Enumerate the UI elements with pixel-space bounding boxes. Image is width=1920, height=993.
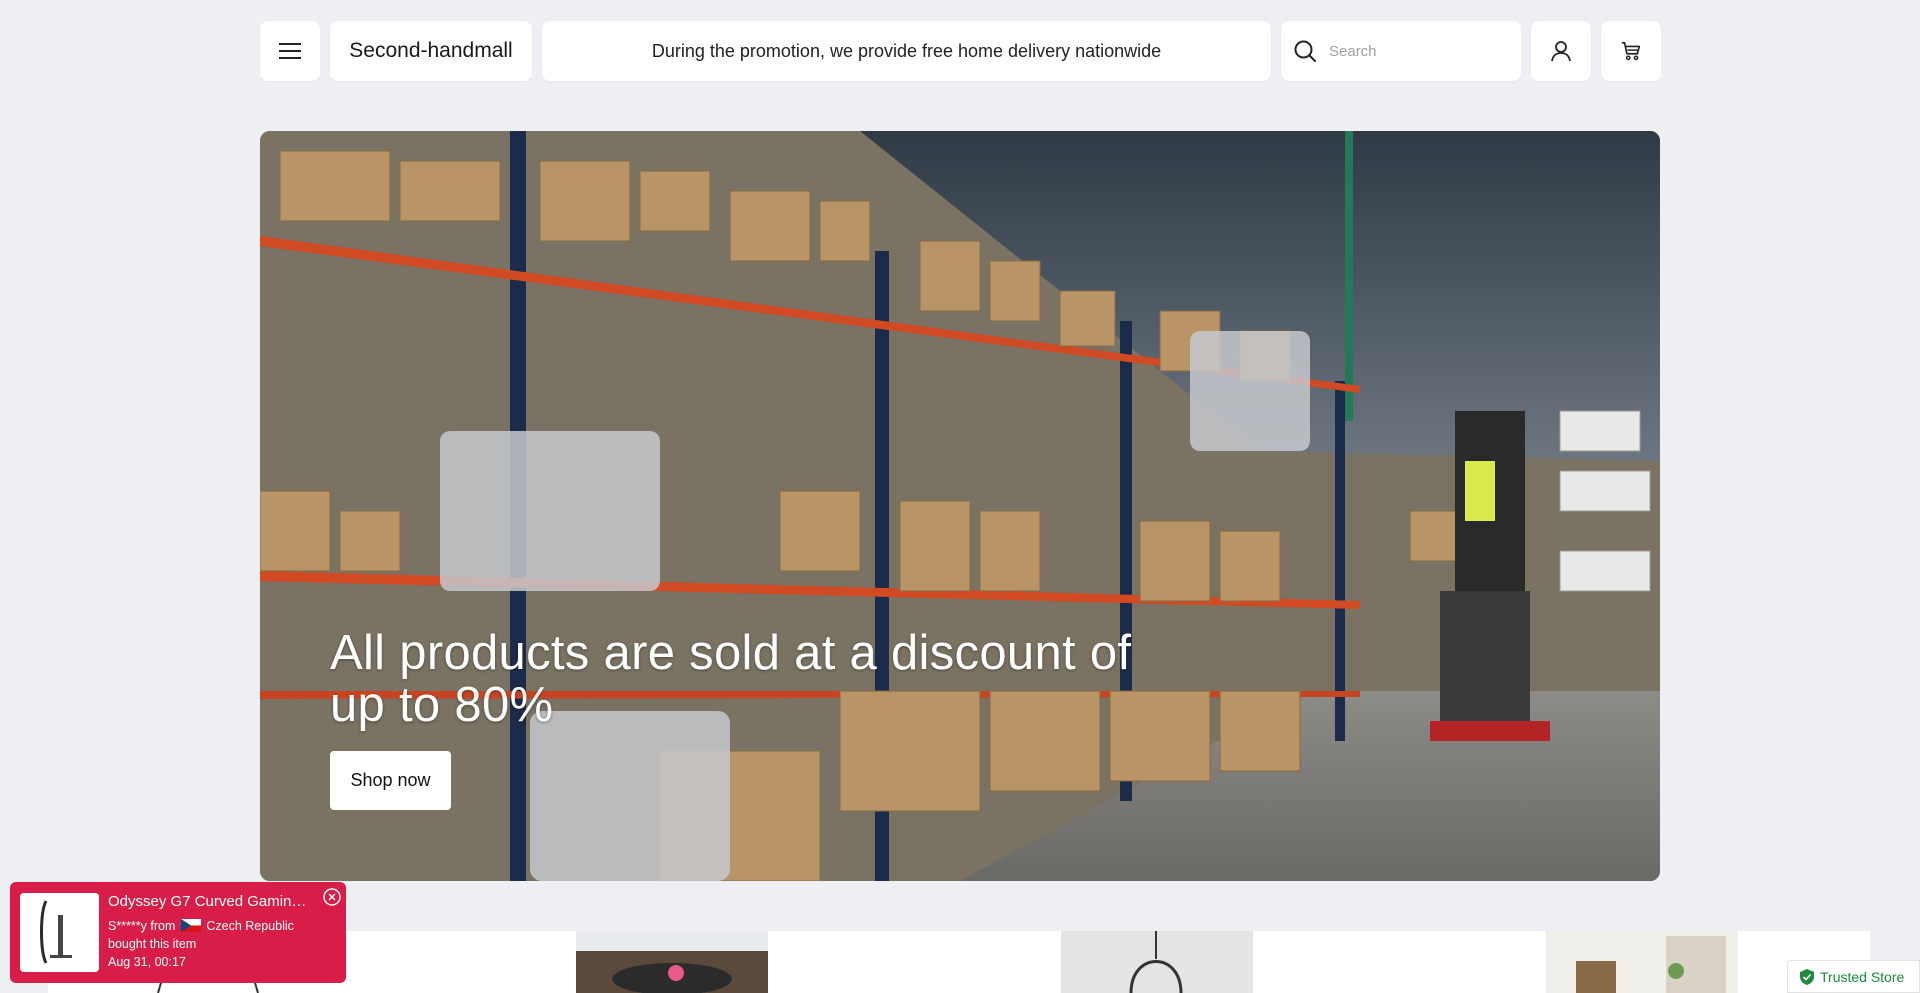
- menu-button[interactable]: [260, 21, 320, 81]
- shop-now-button[interactable]: Shop now: [330, 751, 451, 810]
- trusted-store-badge[interactable]: Trusted Store: [1787, 960, 1920, 993]
- buyer-country: Czech Republic: [206, 919, 294, 933]
- recent-purchase-popup[interactable]: Odyssey G7 Curved Gaming Monitor S*****y…: [10, 882, 346, 983]
- popup-buyer: S*****y from Czech Republic: [108, 919, 294, 933]
- hero-title: All products are sold at a discount of u…: [330, 626, 1132, 732]
- user-icon: [1551, 41, 1571, 62]
- store-name: Second-handmall: [349, 39, 513, 62]
- search-input[interactable]: [1329, 42, 1489, 60]
- search-icon[interactable]: [1293, 39, 1317, 63]
- cart-icon: [1621, 41, 1641, 61]
- store-logo[interactable]: Second-handmall: [330, 21, 532, 81]
- product-thumbnail[interactable]: [1061, 931, 1253, 993]
- menu-icon: [279, 43, 301, 59]
- promo-text: During the promotion, we provide free ho…: [651, 40, 1162, 61]
- popup-time: Aug 31, 00:17: [108, 955, 186, 969]
- trusted-store-label: Trusted Store: [1820, 968, 1905, 985]
- top-bar: Second-handmall During the promotion, we…: [260, 21, 1661, 81]
- buyer-name: S*****y from: [108, 919, 176, 933]
- product-thumbnail[interactable]: [1546, 931, 1738, 993]
- czech-flag-icon: [180, 919, 201, 932]
- shield-check-icon: [1800, 968, 1814, 985]
- warehouse-image: [260, 131, 1660, 881]
- account-button[interactable]: [1531, 21, 1591, 81]
- popup-action: bought this item: [108, 937, 197, 951]
- product-image: [20, 893, 99, 972]
- cart-button[interactable]: [1601, 21, 1661, 81]
- hero-banner: All products are sold at a discount of u…: [260, 131, 1660, 881]
- product-thumbnail[interactable]: [576, 931, 768, 993]
- promo-banner: During the promotion, we provide free ho…: [542, 21, 1271, 81]
- popup-product-name: Odyssey G7 Curved Gaming Monitor: [108, 893, 308, 910]
- close-icon[interactable]: [323, 888, 341, 906]
- search-bar[interactable]: [1281, 21, 1521, 81]
